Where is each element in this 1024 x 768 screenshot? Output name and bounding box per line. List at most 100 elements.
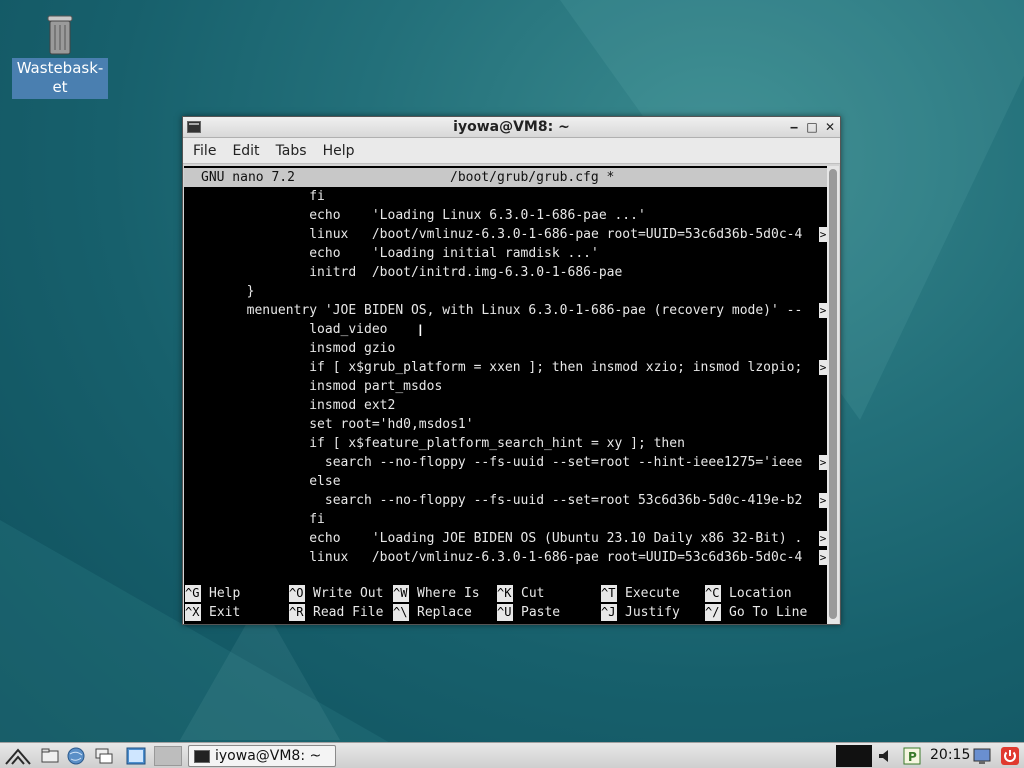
maximize-button[interactable]: □ <box>804 119 820 135</box>
shortcut-item[interactable]: ^T Execute <box>601 584 680 603</box>
svg-text:P: P <box>908 750 917 764</box>
editor-line[interactable]: fi <box>184 510 827 529</box>
desktop-icon-wastebasket[interactable]: Wastebask- et <box>12 12 108 99</box>
editor-line[interactable]: load_video <box>184 320 827 339</box>
user-icon[interactable] <box>972 746 992 766</box>
editor-line[interactable]: if [ x$grub_platform = xxen ]; then insm… <box>184 358 827 377</box>
shortcut-key: ^X <box>185 604 201 621</box>
editor-line[interactable]: search --no-floppy --fs-uuid --set=root … <box>184 491 827 510</box>
editor-line-text: insmod part_msdos <box>184 379 443 394</box>
editor-line-text: menuentry 'JOE BIDEN OS, with Linux 6.3.… <box>184 303 803 318</box>
tray-area <box>836 745 872 767</box>
web-browser-icon[interactable] <box>66 746 86 766</box>
file-manager-icon[interactable] <box>40 746 60 766</box>
editor-line-text: search --no-floppy --fs-uuid --set=root … <box>184 455 803 470</box>
shortcut-row: ^X Exit ^R Read File ^\ Replace ^U Paste ^J Justi… <box>184 603 827 622</box>
desktop-icon-label: Wastebask- et <box>12 58 108 99</box>
shortcut-key: ^\ <box>393 604 409 621</box>
window-titlebar[interactable]: iyowa@VM8: ~ ‒ □ ✕ <box>183 117 840 138</box>
terminal-area[interactable]: GNU nano 7.2 /boot/grub/grub.cfg * fi ec… <box>184 166 827 624</box>
scrollbar[interactable] <box>827 166 839 624</box>
menu-help[interactable]: Help <box>319 143 363 159</box>
editor-line-text: initrd /boot/initrd.img-6.3.0-1-686-pae <box>184 265 623 280</box>
windows-icon[interactable] <box>94 746 114 766</box>
volume-icon[interactable] <box>876 746 896 766</box>
editor-line-text: echo 'Loading Linux 6.3.0-1-686-pae ...' <box>184 208 646 223</box>
shortcut-item[interactable]: ^C Location <box>705 584 792 603</box>
shortcut-key: ^J <box>601 604 617 621</box>
menu-edit[interactable]: Edit <box>228 143 267 159</box>
shortcut-key: ^G <box>185 585 201 602</box>
menu-file[interactable]: File <box>189 143 224 159</box>
power-icon[interactable] <box>1000 746 1020 766</box>
shortcut-label: Cut <box>521 586 545 601</box>
shortcut-label: Paste <box>521 605 561 620</box>
shortcut-item[interactable]: ^W Where Is <box>393 584 480 603</box>
editor-line[interactable]: echo 'Loading Linux 6.3.0-1-686-pae ...' <box>184 206 827 225</box>
editor-line[interactable]: else <box>184 472 827 491</box>
shortcut-label: Execute <box>625 586 680 601</box>
shortcut-item[interactable]: ^R Read File <box>289 603 383 622</box>
shortcut-key: ^K <box>497 585 513 602</box>
shortcut-key: ^U <box>497 604 513 621</box>
shortcut-label: Justify <box>625 605 680 620</box>
editor-line[interactable]: fi <box>184 187 827 206</box>
editor-line[interactable]: if [ x$feature_platform_search_hint = xy… <box>184 434 827 453</box>
shortcut-label: Read File <box>313 605 384 620</box>
editor-line[interactable]: insmod part_msdos <box>184 377 827 396</box>
editor-line[interactable]: search --no-floppy --fs-uuid --set=root … <box>184 453 827 472</box>
shortcut-item[interactable]: ^\ Replace <box>393 603 472 622</box>
editor-line-text: load_video <box>184 322 388 337</box>
shortcut-bar: ^G Help ^O Write Out ^W Where Is ^K Cut ^T Execut… <box>184 584 827 622</box>
shortcut-item[interactable]: ^U Paste <box>497 603 560 622</box>
shortcut-label: Replace <box>417 605 472 620</box>
shortcut-item[interactable]: ^O Write Out <box>289 584 383 603</box>
editor-line[interactable]: linux /boot/vmlinuz-6.3.0-1-686-pae root… <box>184 225 827 244</box>
editor-line[interactable]: linux /boot/vmlinuz-6.3.0-1-686-pae root… <box>184 548 827 567</box>
shortcut-item[interactable]: ^G Help <box>185 584 240 603</box>
shortcut-label: Help <box>209 586 241 601</box>
parking-icon[interactable]: P <box>902 746 922 766</box>
shortcut-label: Where Is <box>417 586 480 601</box>
editor-line-text: else <box>184 474 341 489</box>
shortcut-key: ^W <box>393 585 409 602</box>
line-overflow-indicator: > <box>819 493 827 508</box>
terminal-window[interactable]: iyowa@VM8: ~ ‒ □ ✕ File Edit Tabs Help G… <box>182 116 841 625</box>
taskbar-item-terminal[interactable]: iyowa@VM8: ~ <box>188 745 336 767</box>
editor-line-text: if [ x$grub_platform = xxen ]; then insm… <box>184 360 803 375</box>
editor-line[interactable]: insmod gzio <box>184 339 827 358</box>
start-menu-icon[interactable] <box>4 746 32 766</box>
editor-line[interactable]: echo 'Loading initial ramdisk ...' <box>184 244 827 263</box>
shortcut-key: ^/ <box>705 604 721 621</box>
editor-line-text: echo 'Loading initial ramdisk ...' <box>184 246 599 261</box>
editor-line-text: if [ x$feature_platform_search_hint = xy… <box>184 436 685 451</box>
close-button[interactable]: ✕ <box>822 119 838 135</box>
taskbar: iyowa@VM8: ~ P 20:15 <box>0 742 1024 768</box>
trash-icon <box>47 15 73 55</box>
scrollbar-thumb[interactable] <box>829 169 837 619</box>
minimize-button[interactable]: ‒ <box>786 119 802 135</box>
shortcut-item[interactable]: ^X Exit <box>185 603 240 622</box>
menu-tabs[interactable]: Tabs <box>272 143 315 159</box>
editor-line[interactable]: initrd /boot/initrd.img-6.3.0-1-686-pae <box>184 263 827 282</box>
line-overflow-indicator: > <box>819 360 827 375</box>
editor-text[interactable]: fi echo 'Loading Linux 6.3.0-1-686-pae .… <box>184 187 827 567</box>
taskbar-item-label: iyowa@VM8: ~ <box>215 748 322 764</box>
shortcut-item[interactable]: ^/ Go To Line <box>705 603 807 622</box>
workspace-2-button[interactable] <box>154 746 182 766</box>
shortcut-key: ^O <box>289 585 305 602</box>
shortcut-key: ^T <box>601 585 617 602</box>
shortcut-item[interactable]: ^J Justify <box>601 603 680 622</box>
shortcut-label: Exit <box>209 605 241 620</box>
line-overflow-indicator: > <box>819 303 827 318</box>
editor-line[interactable]: echo 'Loading JOE BIDEN OS (Ubuntu 23.10… <box>184 529 827 548</box>
terminal-icon <box>194 750 210 763</box>
shortcut-key: ^C <box>705 585 721 602</box>
editor-line[interactable]: set root='hd0,msdos1' <box>184 415 827 434</box>
editor-line[interactable]: menuentry 'JOE BIDEN OS, with Linux 6.3.… <box>184 301 827 320</box>
line-overflow-indicator: > <box>819 455 827 470</box>
desktop-switcher-icon[interactable] <box>126 746 146 766</box>
shortcut-item[interactable]: ^K Cut <box>497 584 544 603</box>
editor-line[interactable]: insmod ext2 <box>184 396 827 415</box>
editor-line[interactable]: } <box>184 282 827 301</box>
